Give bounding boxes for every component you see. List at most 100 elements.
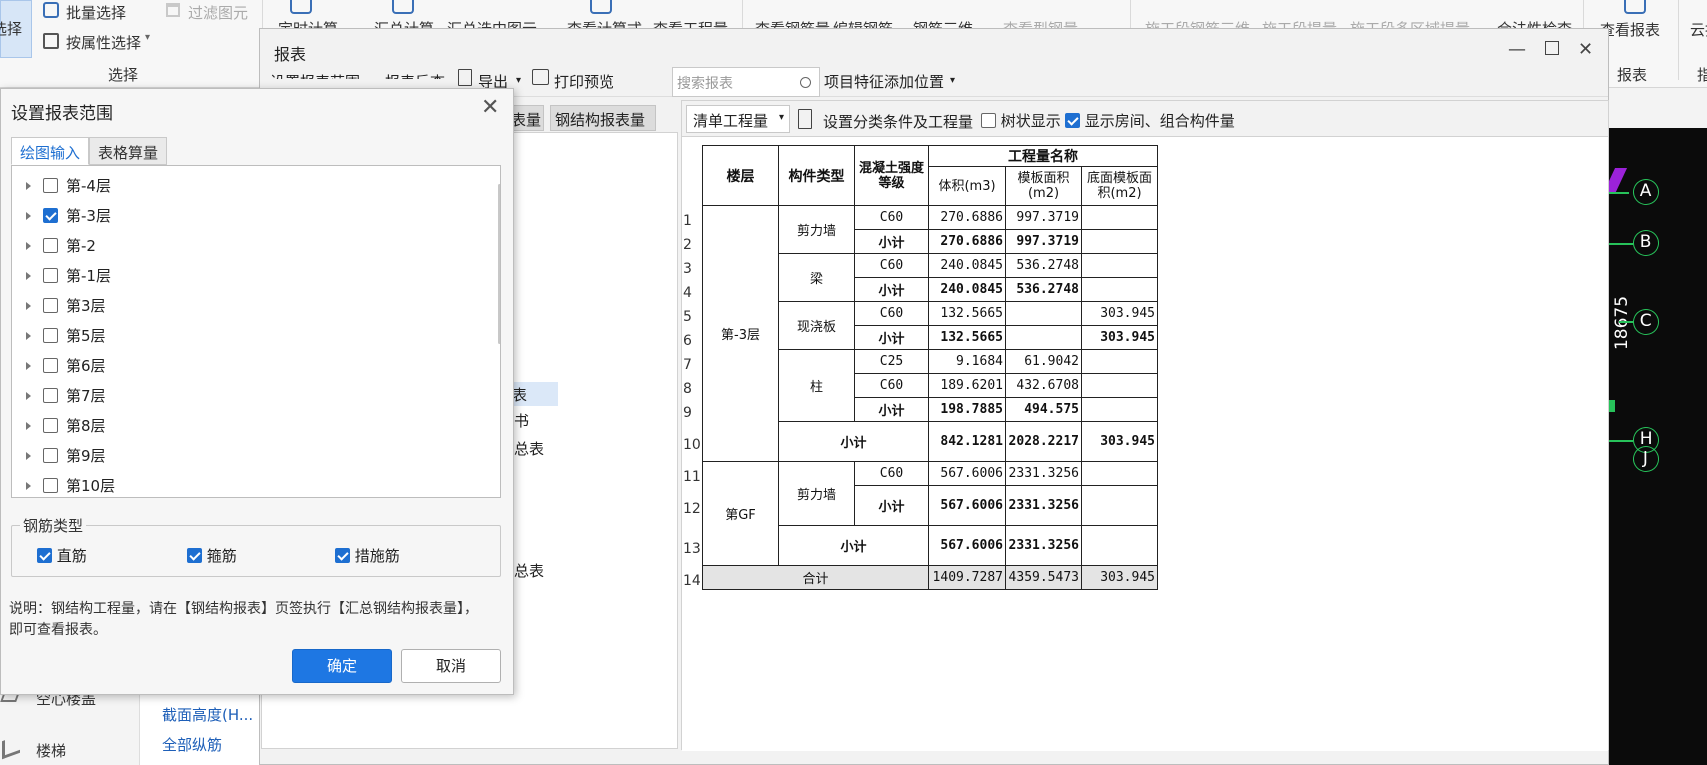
header-concrete-grade: 混凝土强度等级 [854,145,929,206]
report-reverse-button[interactable]: 报表反查 [385,71,445,79]
cancel-button[interactable]: 取消 [401,649,501,683]
view-formula-button[interactable]: 查看计算式 [567,18,642,28]
tab-drawing-input[interactable]: 绘图输入 [11,137,90,165]
search-report-input[interactable]: 搜索报表 [672,67,820,97]
component-cell: 柱 [778,349,855,422]
set-range-button[interactable]: 设置报表范围 [270,71,360,79]
minimize-icon[interactable]: — [1508,39,1526,60]
timed-calc-button[interactable]: 定时计算 [278,18,338,28]
view-quantity-button[interactable]: 查看工程量 [653,18,728,28]
grade-cell: 小计 [854,485,929,526]
floor-item[interactable]: 第-1层 [26,265,111,295]
table-row-total[interactable]: 合计 1409.7287 4359.5473 303.945 [702,565,1158,590]
expand-arrow-icon[interactable] [26,422,31,430]
tab-steel-report[interactable]: 钢结构报表量 [550,105,656,131]
floor-item[interactable]: 第5层 [26,325,106,355]
checkbox-icon[interactable] [43,178,58,193]
floor-item[interactable]: 第8层 [26,415,106,445]
view-rebar-button[interactable]: 查看钢筋量 [755,18,830,28]
expand-arrow-icon[interactable] [26,272,31,280]
summary-calc-button[interactable]: 汇总计算 [374,18,434,28]
tree-item[interactable]: 书 [514,410,529,431]
rebar-stirrup-checkbox[interactable]: 箍筋 [187,545,237,566]
floor-item[interactable]: 第-4层 [26,175,111,205]
batch-select-button[interactable]: 批量选择 [66,2,126,23]
feature-position-dropdown[interactable]: 项目特征添加位置 [824,71,944,92]
section-height-link[interactable]: 截面高度(H... [162,704,253,725]
expand-arrow-icon[interactable] [26,212,31,220]
floor-item[interactable]: 第3层 [26,295,106,325]
checkbox-icon[interactable] [43,478,58,493]
close-icon[interactable]: ✕ [481,95,499,120]
view-steel-button[interactable]: 查看型钢量 [1003,18,1078,28]
set-condition-button[interactable]: 设置分类条件及工程量 [823,111,973,132]
floor-item[interactable]: 第-3层 [26,205,111,235]
section-rebar-3d-button[interactable]: 施工段钢筋三维 [1145,18,1250,28]
summary-icon [392,0,414,14]
checkbox-icon[interactable] [43,388,58,403]
component-stair[interactable]: 楼梯 [36,740,66,761]
report-window-title: 报表 [274,45,307,64]
bottom-cell [1081,397,1158,422]
checkbox-icon[interactable] [43,328,58,343]
section-multi-quantity-button[interactable]: 施工段多区域提量 [1350,18,1470,28]
checkbox-checked-icon [335,548,350,563]
checkbox-icon[interactable] [43,268,58,283]
checkbox-icon[interactable] [43,238,58,253]
grade-cell: C60 [854,461,929,486]
validity-check-button[interactable]: 合法性检查 [1497,18,1572,28]
table-row[interactable]: 第GF 剪力墙 C60 567.6006 2331.3256 [702,461,1158,566]
rebar-3d-button[interactable]: 钢筋三维 [913,18,973,28]
ok-button[interactable]: 确定 [292,649,392,683]
floor-item[interactable]: 第7层 [26,385,106,415]
floor-item[interactable]: 第10层 [26,475,115,497]
expand-arrow-icon[interactable] [26,452,31,460]
show-room-checkbox[interactable]: 显示房间、组合构件量 [1065,110,1235,131]
checkbox-icon[interactable] [43,418,58,433]
expand-arrow-icon[interactable] [26,392,31,400]
formwork-cell: 61.9042 [1005,349,1082,374]
scrollbar[interactable] [498,184,500,344]
quantity-type-select[interactable]: 清单工程量 ▾ [686,105,790,133]
expand-arrow-icon[interactable] [26,362,31,370]
section-quantity-button[interactable]: 施工段提量 [1262,18,1337,28]
tree-item-selected[interactable]: 表 [508,382,558,406]
expand-arrow-icon[interactable] [26,242,31,250]
print-preview-button[interactable]: 打印预览 [554,71,614,92]
summary-selected-button[interactable]: 汇总选中图元 [447,18,537,28]
floor-item[interactable]: 第-2 [26,235,96,265]
checkbox-icon[interactable] [43,358,58,373]
expand-arrow-icon[interactable] [26,482,31,490]
view-report-button[interactable]: 查看报表 [1600,19,1660,40]
close-icon[interactable]: ✕ [1578,39,1593,60]
edit-rebar-button[interactable]: 编辑钢筋 [833,18,893,28]
drawing-canvas[interactable]: A B 18675 C H J [1602,128,1707,765]
expand-arrow-icon[interactable] [26,182,31,190]
volume-cell: 240.0845 [928,253,1006,278]
floor-item[interactable]: 第9层 [26,445,106,475]
row-number: 10 [683,437,701,453]
select-by-attribute-button[interactable]: 按属性选择 [66,32,141,53]
cloud-index-button[interactable]: 云指标 [1690,19,1707,40]
tab-table-calc[interactable]: 表格算量 [89,137,168,165]
formwork-cell: 997.3719 [1005,229,1082,254]
all-longitudinal-link[interactable]: 全部纵筋 [162,734,222,755]
rebar-measure-checkbox[interactable]: 措施筋 [335,545,400,566]
table-row[interactable]: 第-3层 剪力墙 C60 270.6886 997.3719 [702,205,1158,462]
checkbox-checked-icon[interactable] [43,208,58,223]
checkbox-icon[interactable] [43,448,58,463]
tree-display-checkbox[interactable]: 树状显示 [981,110,1061,131]
tree-item[interactable]: 总表 [514,438,544,459]
filter-element-button[interactable]: 过滤图元 [188,2,248,23]
rebar-straight-checkbox[interactable]: 直筋 [37,545,87,566]
group-label-report: 报表 [1617,66,1648,84]
bottom-cell [1081,525,1158,566]
expand-arrow-icon[interactable] [26,332,31,340]
checkbox-icon[interactable] [43,298,58,313]
tree-item[interactable]: 总表 [514,560,544,581]
expand-arrow-icon[interactable] [26,302,31,310]
formwork-cell: 536.2748 [1005,253,1082,278]
row-number: 4 [683,285,692,301]
maximize-icon[interactable] [1545,41,1559,55]
floor-item[interactable]: 第6层 [26,355,106,385]
